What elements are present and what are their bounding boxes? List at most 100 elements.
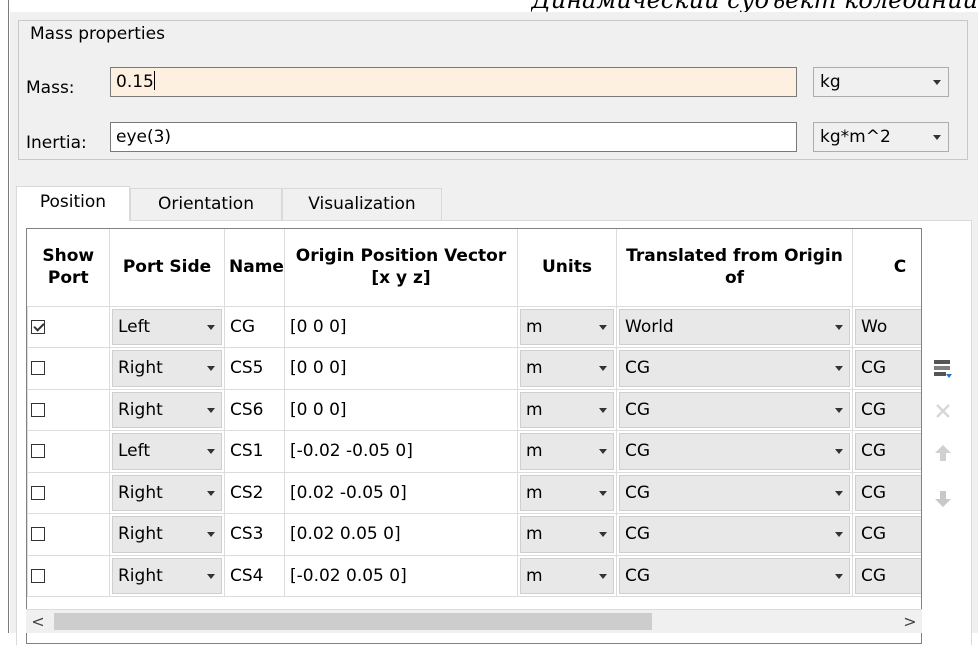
show-port-checkbox[interactable]	[31, 444, 45, 459]
tab-position[interactable]: Position	[16, 186, 130, 221]
port-side-select[interactable]: Right	[112, 391, 222, 428]
truncated-select[interactable]: CG	[855, 516, 921, 553]
table-row[interactable]: Left CS1 [-0.02 -0.05 0] m CG CG	[27, 430, 921, 473]
translated-from-select[interactable]: CG	[619, 516, 850, 553]
port-side-select[interactable]: Right	[112, 350, 222, 387]
show-port-checkbox[interactable]	[31, 361, 45, 376]
translated-from-cell[interactable]: CG	[616, 513, 853, 556]
frame-name-cell[interactable]: CG	[224, 305, 285, 348]
units-select[interactable]: m	[520, 516, 614, 553]
translated-from-select[interactable]: CG	[619, 433, 850, 470]
translated-from-select[interactable]: CG	[619, 557, 850, 594]
units-select[interactable]: m	[520, 308, 614, 345]
units-select[interactable]: m	[520, 474, 614, 511]
inertia-input[interactable]: eye(3)	[110, 122, 797, 152]
move-down-button[interactable]	[927, 483, 959, 515]
show-port-cell[interactable]	[27, 388, 110, 431]
translated-from-select[interactable]: CG	[619, 350, 850, 387]
truncated-select[interactable]: CG	[855, 391, 921, 428]
show-port-checkbox[interactable]	[31, 402, 45, 417]
translated-from-select[interactable]: World	[619, 308, 850, 345]
mass-unit-select[interactable]: kg	[813, 67, 949, 97]
translated-from-select[interactable]: CG	[619, 391, 850, 428]
show-port-cell[interactable]	[27, 513, 110, 556]
translated-from-cell[interactable]: CG	[616, 471, 853, 514]
show-port-cell[interactable]	[27, 347, 110, 390]
port-side-cell[interactable]: Right	[109, 347, 225, 390]
port-side-select[interactable]: Right	[112, 557, 222, 594]
frame-name-cell[interactable]: CS4	[224, 554, 285, 597]
translated-from-cell[interactable]: World	[616, 305, 853, 348]
origin-vector-cell[interactable]: [0 0 0]	[284, 388, 518, 431]
truncated-cell[interactable]: CG	[852, 430, 921, 473]
show-port-cell[interactable]	[27, 554, 110, 597]
truncated-cell[interactable]: CG	[852, 554, 921, 597]
units-select[interactable]: m	[520, 433, 614, 470]
frame-name-cell[interactable]: CS6	[224, 388, 285, 431]
port-side-cell[interactable]: Right	[109, 513, 225, 556]
tab-visualization[interactable]: Visualization	[282, 188, 442, 220]
units-select[interactable]: m	[520, 557, 614, 594]
table-row[interactable]: Right CS2 [0.02 -0.05 0] m CG CG	[27, 471, 921, 514]
units-cell[interactable]: m	[517, 554, 617, 597]
inertia-unit-select[interactable]: kg*m^2	[813, 122, 949, 152]
truncated-select[interactable]: CG	[855, 433, 921, 470]
truncated-cell[interactable]: CG	[852, 513, 921, 556]
port-side-cell[interactable]: Right	[109, 388, 225, 431]
origin-vector-cell[interactable]: [0 0 0]	[284, 305, 518, 348]
frame-name-cell[interactable]: CS1	[224, 430, 285, 473]
show-port-checkbox[interactable]	[31, 568, 45, 583]
truncated-select[interactable]: CG	[855, 557, 921, 594]
units-cell[interactable]: m	[517, 305, 617, 348]
units-select[interactable]: m	[520, 350, 614, 387]
port-side-select[interactable]: Left	[112, 433, 222, 470]
show-port-checkbox[interactable]	[31, 527, 45, 542]
truncated-cell[interactable]: Wo	[852, 305, 921, 348]
truncated-cell[interactable]: CG	[852, 347, 921, 390]
show-port-cell[interactable]	[27, 430, 110, 473]
port-side-cell[interactable]: Left	[109, 305, 225, 348]
delete-row-button[interactable]	[927, 395, 959, 427]
translated-from-cell[interactable]: CG	[616, 347, 853, 390]
origin-vector-cell[interactable]: [0 0 0]	[284, 347, 518, 390]
frame-name-cell[interactable]: CS5	[224, 347, 285, 390]
origin-vector-cell[interactable]: [0.02 0.05 0]	[284, 513, 518, 556]
truncated-select[interactable]: CG	[855, 350, 921, 387]
units-select[interactable]: m	[520, 391, 614, 428]
origin-vector-cell[interactable]: [0.02 -0.05 0]	[284, 471, 518, 514]
port-side-select[interactable]: Right	[112, 516, 222, 553]
mass-input[interactable]: 0.15	[110, 67, 797, 97]
units-cell[interactable]: m	[517, 471, 617, 514]
translated-from-cell[interactable]: CG	[616, 388, 853, 431]
port-side-select[interactable]: Left	[112, 308, 222, 345]
scrollbar-thumb[interactable]	[54, 613, 652, 630]
scroll-left-icon[interactable]: <	[26, 610, 50, 634]
table-row[interactable]: Right CS6 [0 0 0] m CG CG	[27, 388, 921, 431]
port-side-cell[interactable]: Left	[109, 430, 225, 473]
show-port-checkbox[interactable]	[31, 485, 45, 500]
show-port-cell[interactable]	[27, 471, 110, 514]
move-up-button[interactable]	[927, 437, 959, 469]
table-row[interactable]: Left CG [0 0 0] m World Wo	[27, 305, 921, 348]
translated-from-select[interactable]: CG	[619, 474, 850, 511]
units-cell[interactable]: m	[517, 430, 617, 473]
truncated-select[interactable]: Wo	[855, 308, 921, 345]
port-side-select[interactable]: Right	[112, 474, 222, 511]
origin-vector-cell[interactable]: [-0.02 0.05 0]	[284, 554, 518, 597]
tab-orientation[interactable]: Orientation	[130, 188, 282, 220]
truncated-select[interactable]: CG	[855, 474, 921, 511]
port-side-cell[interactable]: Right	[109, 554, 225, 597]
horizontal-scrollbar[interactable]: < >	[26, 609, 922, 633]
translated-from-cell[interactable]: CG	[616, 430, 853, 473]
truncated-cell[interactable]: CG	[852, 471, 921, 514]
translated-from-cell[interactable]: CG	[616, 554, 853, 597]
units-cell[interactable]: m	[517, 347, 617, 390]
truncated-cell[interactable]: CG	[852, 388, 921, 431]
show-port-cell[interactable]	[27, 305, 110, 348]
units-cell[interactable]: m	[517, 513, 617, 556]
table-row[interactable]: Right CS4 [-0.02 0.05 0] m CG CG	[27, 554, 921, 597]
show-port-checkbox[interactable]	[31, 319, 45, 334]
origin-vector-cell[interactable]: [-0.02 -0.05 0]	[284, 430, 518, 473]
frame-name-cell[interactable]: CS3	[224, 513, 285, 556]
scroll-right-icon[interactable]: >	[898, 610, 922, 634]
